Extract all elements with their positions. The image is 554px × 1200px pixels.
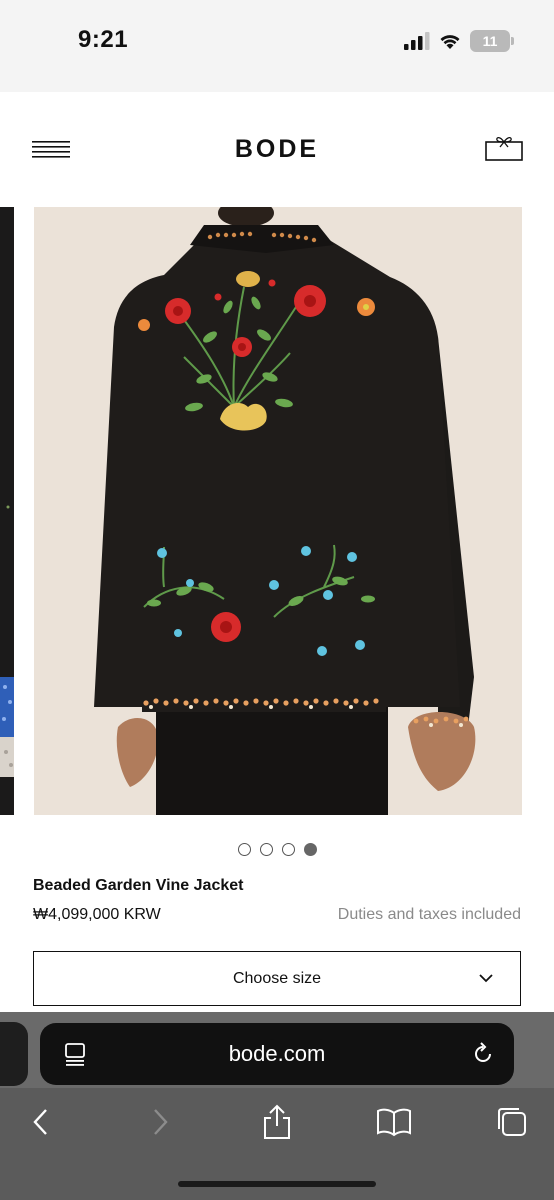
share-icon [264, 1104, 290, 1139]
tabs-icon [498, 1108, 526, 1136]
cellular-signal-icon [404, 32, 430, 50]
carousel-dot[interactable] [237, 843, 251, 856]
site-header: BODE [0, 92, 554, 205]
size-dropdown-label: Choose size [232, 969, 322, 987]
product-gallery[interactable] [0, 205, 554, 820]
previous-slide-peek[interactable] [0, 207, 14, 815]
tabs-button[interactable] [490, 1100, 534, 1144]
gift-box-cart-icon[interactable] [485, 136, 523, 162]
product-price: ₩4,099,000 KRW [33, 906, 161, 923]
back-icon [33, 1109, 47, 1135]
wifi-icon [440, 35, 460, 49]
brand-logo[interactable]: BODE [0, 135, 554, 164]
chevron-down-icon [479, 974, 493, 983]
browser-toolbar: bode.com [0, 1012, 554, 1200]
forward-icon [154, 1109, 168, 1135]
forward-button[interactable] [138, 1100, 182, 1144]
carousel-dot-active[interactable] [303, 843, 317, 856]
status-icons: 11 [404, 30, 514, 52]
battery-level: 11 [482, 33, 498, 49]
reload-icon[interactable] [470, 1041, 496, 1067]
bookmarks-button[interactable] [372, 1100, 416, 1144]
previous-tab-peek[interactable] [0, 1022, 28, 1086]
status-bar: 9:21 11 [0, 0, 554, 92]
size-dropdown[interactable]: Choose size [33, 951, 521, 1006]
carousel-dots [0, 843, 554, 856]
product-photo[interactable] [34, 207, 522, 815]
status-time: 9:21 [78, 26, 129, 53]
carousel-dot[interactable] [259, 843, 273, 856]
duties-note: Duties and taxes included [337, 906, 521, 923]
product-title: Beaded Garden Vine Jacket [33, 877, 244, 894]
url-text[interactable]: bode.com [40, 1041, 514, 1067]
battery-icon: 11 [470, 30, 514, 52]
home-indicator [178, 1181, 376, 1187]
address-bar[interactable]: bode.com [40, 1023, 514, 1085]
bookmarks-icon [377, 1108, 411, 1137]
carousel-dot[interactable] [281, 843, 295, 856]
back-button[interactable] [19, 1100, 63, 1144]
share-button[interactable] [255, 1100, 299, 1144]
